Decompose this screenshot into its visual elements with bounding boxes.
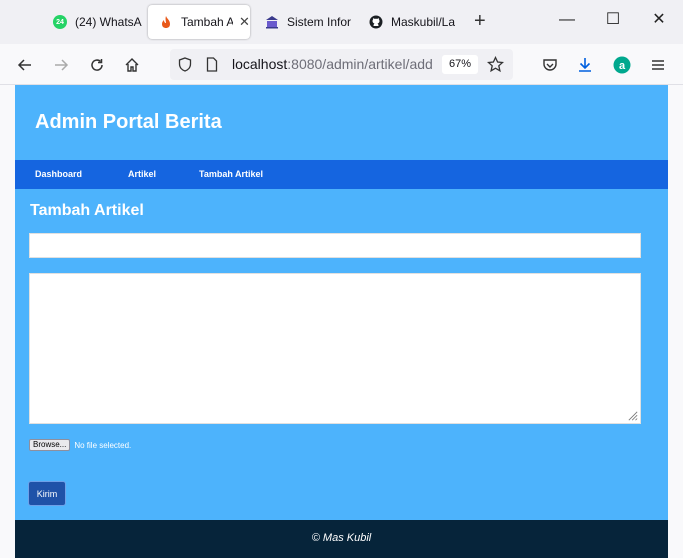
reload-icon (91, 59, 103, 71)
pocket-icon (543, 59, 557, 71)
new-tab-button[interactable]: + (474, 11, 486, 31)
site-footer: © Mas Kubil (15, 520, 668, 558)
tab-label: Sistem Infor (287, 15, 352, 29)
flame-icon (158, 14, 174, 30)
url-text[interactable]: localhost:8080/admin/artikel/add (232, 56, 433, 72)
maximize-icon[interactable]: ☐ (603, 10, 623, 30)
site-header: Admin Portal Berita (15, 85, 668, 160)
tab-sistem-informasi[interactable]: Sistem Infor (256, 5, 356, 39)
tab-whatsapp[interactable]: 24 (24) WhatsA (44, 5, 144, 39)
forward-arrow-icon (55, 59, 69, 71)
url-bar[interactable]: localhost:8080/admin/artikel/add 67% (170, 49, 513, 80)
tab-tambah-artikel[interactable]: Tambah A ✕ (148, 5, 250, 39)
browse-button[interactable]: Browse... (29, 439, 71, 451)
download-icon (579, 58, 591, 72)
file-upload: Browse... No file selected. (29, 439, 131, 451)
home-icon (125, 58, 139, 72)
bookmark-star-icon[interactable] (486, 55, 505, 78)
menu-item-tambah-artikel[interactable]: Tambah Artikel (199, 169, 263, 179)
title-input[interactable] (29, 233, 641, 258)
extension-icon: a (613, 56, 631, 74)
reload-button[interactable] (85, 53, 109, 77)
form-heading: Tambah Artikel (30, 202, 144, 219)
page-container: Admin Portal Berita Dashboard Artikel Ta… (15, 85, 668, 558)
github-icon (368, 14, 384, 30)
body-textarea[interactable] (29, 273, 641, 424)
shield-icon[interactable] (178, 57, 192, 77)
zoom-level[interactable]: 67% (442, 55, 478, 74)
svg-text:a: a (619, 60, 626, 72)
whatsapp-icon: 24 (52, 14, 68, 30)
tab-github[interactable]: Maskubil/La (362, 5, 462, 39)
resize-grip-icon[interactable] (628, 411, 638, 421)
account-button[interactable]: a (610, 53, 634, 77)
menu-item-artikel[interactable]: Artikel (128, 169, 156, 179)
page-icon[interactable] (206, 57, 218, 77)
menu-button[interactable] (646, 53, 670, 77)
file-status: No file selected. (74, 440, 132, 450)
footer-text: © Mas Kubil (311, 532, 372, 544)
close-icon[interactable]: ✕ (239, 14, 250, 30)
tab-label: Maskubil/La (391, 15, 456, 29)
university-icon (264, 14, 280, 30)
forward-button[interactable] (49, 53, 73, 77)
main-menu: Dashboard Artikel Tambah Artikel (15, 160, 668, 189)
navigation-bar: localhost:8080/admin/artikel/add 67% a (0, 44, 683, 85)
site-title: Admin Portal Berita (35, 111, 222, 133)
tab-label: Tambah A (181, 15, 233, 29)
submit-button[interactable]: Kirim (28, 481, 66, 506)
home-button[interactable] (120, 53, 144, 77)
back-arrow-icon (17, 59, 31, 71)
downloads-button[interactable] (573, 53, 597, 77)
page-content: Admin Portal Berita Dashboard Artikel Ta… (0, 85, 683, 558)
minimize-icon[interactable]: — (557, 10, 577, 30)
tab-label: (24) WhatsA (75, 15, 142, 29)
back-button[interactable] (13, 53, 37, 77)
hamburger-icon (652, 60, 664, 70)
menu-item-dashboard[interactable]: Dashboard (35, 169, 82, 179)
tab-bar: 24 (24) WhatsA Tambah A ✕ Sistem Infor M… (0, 0, 683, 44)
pocket-button[interactable] (538, 53, 562, 77)
close-window-icon[interactable]: ✕ (649, 10, 669, 30)
